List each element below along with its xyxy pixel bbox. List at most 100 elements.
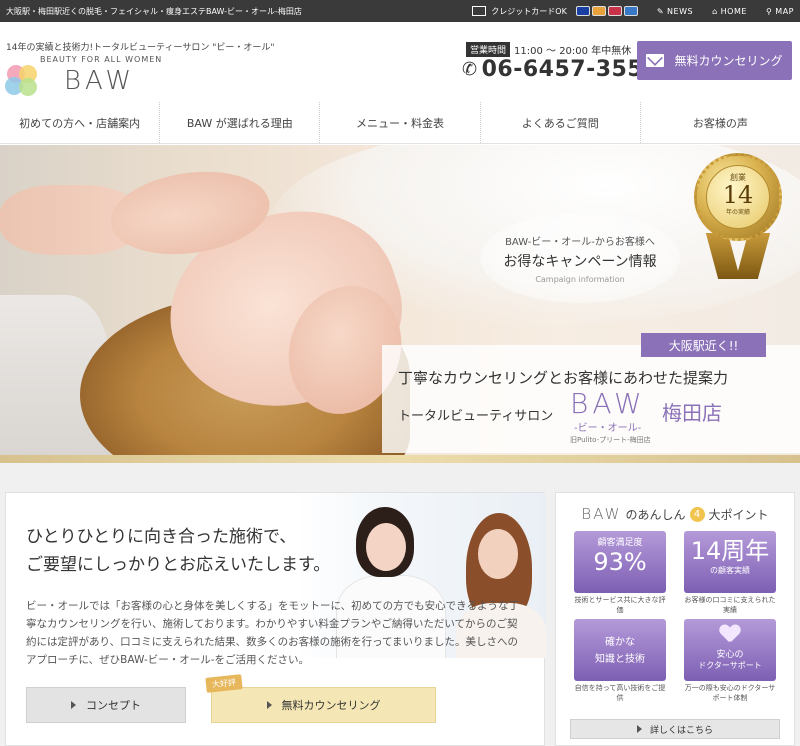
hours-label: 営業時間	[466, 42, 511, 57]
four-points-title: BAW のあんしん 4 大ポイント	[556, 505, 794, 523]
concept-button[interactable]: コンセプト	[26, 687, 186, 723]
logo-wordmark: BAW	[64, 66, 136, 96]
amex-icon	[623, 6, 638, 16]
medal-core: 創業 14 年の実績	[706, 165, 770, 229]
intro-heading-line1: ひとりひとりに向き合った施術で、	[26, 527, 297, 547]
nav-item-reasons[interactable]: BAW が選ばれる理由	[160, 102, 321, 143]
home-icon: ⌂	[712, 6, 718, 16]
map-pin-icon: ⚲	[765, 6, 773, 16]
free-counseling-label: 無料カウンセリング	[674, 54, 783, 68]
four-points-suffix: 大ポイント	[708, 507, 769, 522]
nav-item-menu-price[interactable]: メニュー・料金表	[320, 102, 481, 143]
phone-icon: ✆	[462, 59, 478, 80]
store-name: 梅田店	[662, 401, 722, 425]
popular-ribbon: 大好評	[205, 674, 243, 693]
point-caption: 技術とサービス共に大きな評価	[574, 596, 666, 614]
point-caption: お客様の口コミに支えられた実績	[684, 596, 776, 614]
visa-icon	[575, 6, 590, 16]
nav-item-label: メニュー・料金表	[356, 116, 444, 130]
intro-heading-line2: ご要望にしっかりとお応えいたします。	[26, 555, 331, 575]
intro-heading: ひとりひとりに向き合った施術で、 ご要望にしっかりとお応えいたします。	[26, 523, 330, 579]
point-bottom: 知識と技術	[595, 654, 645, 665]
business-hours: 営業時間 11:00 ～ 20:00 年中無休	[466, 42, 631, 57]
point-big: 14周年	[690, 537, 770, 565]
salon-logo-sub: -ビー・オール-	[574, 423, 642, 434]
jcb-icon	[607, 6, 622, 16]
free-counseling-button[interactable]: 無料カウンセリング	[637, 41, 792, 80]
map-label: MAP	[775, 6, 794, 16]
global-nav: 初めての方へ・店舗案内 BAW が選ばれる理由 メニュー・料金表 よくあるご質問…	[0, 102, 800, 144]
point-doctor[interactable]: 安心の ドクターサポート	[684, 619, 776, 681]
envelope-icon	[646, 54, 665, 67]
news-label: NEWS	[667, 6, 694, 16]
four-points-panel: BAW のあんしん 4 大ポイント 顧客満足度 93% 技術とサービス共に大きな…	[555, 492, 795, 746]
home-link[interactable]: ⌂ HOME	[712, 7, 747, 16]
point-caption: 万一の際も安心のドクターサポート体制	[684, 684, 776, 702]
salon-old-name: 旧Pulito-プリート-梅田店	[570, 436, 651, 444]
map-link[interactable]: ⚲ MAP	[766, 7, 794, 16]
credit-card-icon	[472, 6, 487, 16]
point-skills[interactable]: 確かな 知識と技術	[574, 619, 666, 681]
point-anniversary[interactable]: 14周年 の顧客実績	[684, 531, 776, 593]
hero-banner: BAW-ビー・オール-からお客様へ お得なキャンペーン情報 Campaign i…	[0, 145, 800, 463]
nav-item-label: BAW が選ばれる理由	[186, 116, 293, 130]
point-top: 確かな	[605, 637, 635, 648]
staff-1-face	[366, 523, 406, 571]
card-brand-icons	[575, 6, 638, 16]
utility-links: クレジットカードOK ✎ NEWS ⌂ HOME ⚲ MAP	[472, 6, 794, 17]
campaign-line1: BAW-ビー・オール-からお客様へ	[505, 237, 655, 248]
campaign-line3: Campaign information	[535, 275, 625, 284]
medal-number: 14	[722, 181, 754, 209]
nav-item-faq[interactable]: よくあるご質問	[481, 102, 641, 143]
site-tagline: 大阪駅・梅田駅近くの脱毛・フェイシャル・痩身エステBAW-ビー・オール-梅田店	[6, 6, 302, 16]
heart-cross-icon	[720, 625, 740, 643]
four-points-mid: のあんしん	[625, 507, 686, 522]
pen-icon: ✎	[656, 6, 665, 16]
four-points-number: 4	[689, 506, 705, 522]
phone-number[interactable]: ✆ 06-6457-3553	[462, 57, 659, 82]
nav-item-label: お客様の声	[692, 116, 748, 130]
counsel-label: 無料カウンセリング	[281, 699, 381, 712]
site-header: 14年の実績と技術力!トータルビューティーサロン "ビー・オール" BEAUTY…	[0, 22, 800, 102]
free-counseling-button-secondary[interactable]: 大好評 無料カウンセリング	[205, 674, 436, 723]
hero-gold-bar	[0, 455, 800, 463]
logo-subtitle: BEAUTY FOR ALL WOMEN	[40, 55, 163, 64]
arrow-right-icon	[636, 725, 642, 733]
header-tagline: 14年の実績と技術力!トータルビューティーサロン "ビー・オール"	[6, 43, 275, 53]
arrow-right-icon	[71, 701, 76, 709]
osaka-station-tag: 大阪駅近く!!	[641, 333, 766, 357]
intro-body: ビー・オールでは「お客様の心と身体を美しくする」をモットーに、初めての方でも安心…	[26, 600, 519, 666]
nav-item-first-time[interactable]: 初めての方へ・店舗案内	[0, 102, 161, 143]
concept-label: コンセプト	[86, 699, 141, 712]
home-label: HOME	[720, 6, 747, 16]
news-link[interactable]: ✎ NEWS	[657, 7, 693, 16]
point-top: 顧客満足度	[597, 538, 643, 548]
proposal-text: 丁寧なカウンセリングとお客様にあわせた提案力	[398, 369, 729, 387]
point-big: 93%	[593, 548, 647, 576]
point-satisfaction[interactable]: 顧客満足度 93%	[574, 531, 666, 593]
phone-value: 06-6457-3553	[481, 57, 659, 82]
point-bottom: ドクターサポート	[698, 661, 762, 670]
point-bottom: の顧客実績	[710, 566, 750, 575]
salon-label: トータルビューティサロン	[398, 409, 554, 424]
point-caption: 自信を持って高い技術をご提供	[574, 684, 666, 702]
point-top: 安心の	[716, 650, 744, 660]
campaign-bubble[interactable]: BAW-ビー・オール-からお客様へ お得なキャンペーン情報 Campaign i…	[480, 213, 680, 303]
top-utility-bar: 大阪駅・梅田駅近くの脱毛・フェイシャル・痩身エステBAW-ビー・オール-梅田店 …	[0, 0, 800, 22]
logo-mark-icon	[5, 65, 37, 96]
details-button[interactable]: 詳しくはこちら	[570, 719, 780, 739]
staff-2-face	[478, 529, 518, 579]
mastercard-icon	[591, 6, 606, 16]
proposal-box: 丁寧なカウンセリングとお客様にあわせた提案力 トータルビューティサロン BAW …	[382, 345, 800, 453]
medal-bottom-text: 年の実績	[725, 209, 750, 216]
nav-item-voices[interactable]: お客様の声	[641, 102, 800, 143]
hours-value: 11:00 ～ 20:00 年中無休	[514, 46, 632, 57]
four-points-brand: BAW	[581, 505, 622, 523]
nav-item-label: 初めての方へ・店舗案内	[19, 116, 141, 130]
anniversary-medal: 創業 14 年の実績	[694, 153, 782, 283]
salon-logo: BAW	[570, 387, 646, 420]
nav-item-label: よくあるご質問	[521, 116, 599, 130]
site-logo[interactable]: BEAUTY FOR ALL WOMEN BAW	[2, 55, 163, 102]
credit-card-label: クレジットカードOK	[491, 6, 567, 16]
arrow-right-icon	[266, 701, 272, 709]
